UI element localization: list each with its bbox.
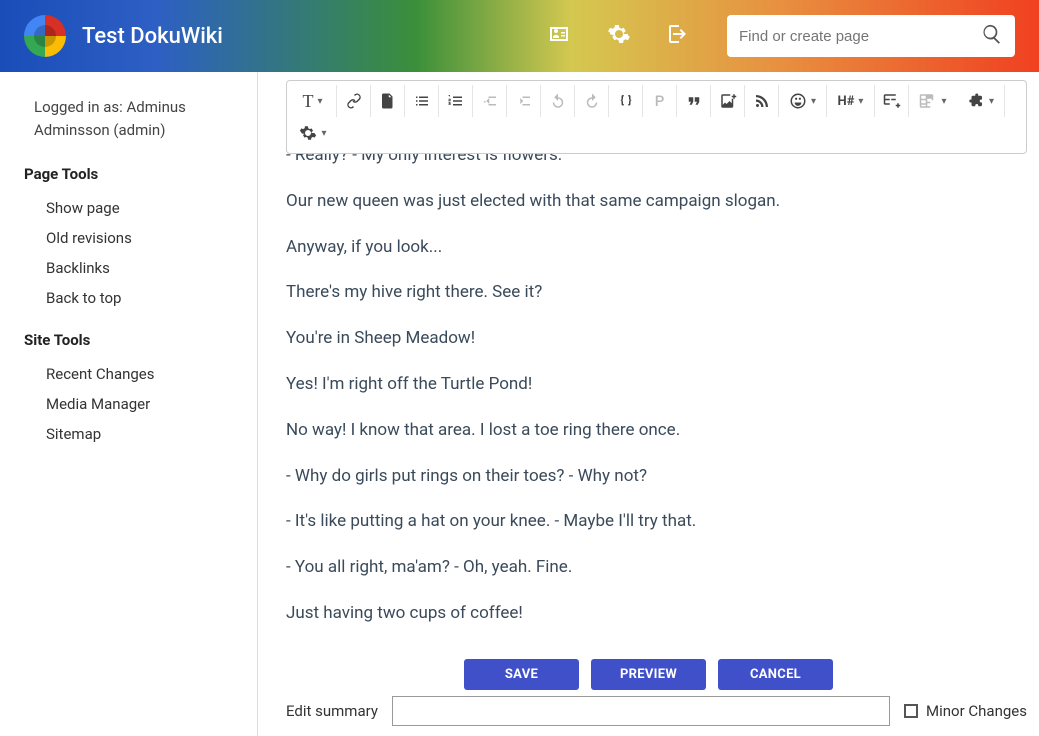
app-logo xyxy=(24,15,66,57)
action-bar: SAVE PREVIEW CANCEL xyxy=(258,659,1039,690)
edit-summary-label: Edit summary xyxy=(286,702,378,720)
text-style-icon: T xyxy=(302,91,313,112)
logout-icon[interactable] xyxy=(667,22,691,50)
numbered-list-icon xyxy=(447,92,465,110)
emoji-dropdown[interactable]: ▾ xyxy=(779,85,827,117)
puzzle-icon xyxy=(967,92,985,110)
chevron-down-icon: ▾ xyxy=(811,96,816,107)
login-info: Logged in as: Adminus Adminsson (admin) xyxy=(24,96,245,141)
indent-icon xyxy=(515,92,533,110)
sidebar-item-media-manager[interactable]: Media Manager xyxy=(24,389,245,419)
numbered-list-button[interactable] xyxy=(439,85,473,117)
minor-changes-toggle[interactable]: Minor Changes xyxy=(904,702,1027,720)
heading-icon: H# xyxy=(838,94,855,109)
outdent-icon xyxy=(481,92,499,110)
chevron-down-icon: ▾ xyxy=(858,96,863,107)
link-icon xyxy=(345,92,363,110)
chevron-down-icon: ▾ xyxy=(989,96,994,107)
chevron-down-icon: ▾ xyxy=(321,128,326,139)
page-tools-section: Page Tools Show page Old revisions Backl… xyxy=(24,165,245,313)
table-plus-icon xyxy=(883,92,901,110)
site-tools-heading: Site Tools xyxy=(24,331,245,349)
editor-paragraph[interactable]: There's my hive right there. See it? xyxy=(286,281,1027,305)
editor-paragraph[interactable]: No way! I know that area. I lost a toe r… xyxy=(286,419,1027,443)
gear-icon[interactable] xyxy=(607,22,631,50)
profile-card-icon[interactable] xyxy=(547,22,571,50)
undo-icon xyxy=(549,92,567,110)
search-box[interactable] xyxy=(727,15,1015,57)
editor-paragraph[interactable]: - Why do girls put rings on their toes? … xyxy=(286,465,1027,489)
content-pane: T▾ P ▾ H#▾ ▾ ▾ ▾ - Really? - My only int… xyxy=(258,72,1039,736)
undo-button[interactable] xyxy=(541,85,575,117)
search-input[interactable] xyxy=(739,28,981,45)
search-icon[interactable] xyxy=(981,23,1003,49)
insert-image-button[interactable] xyxy=(711,85,745,117)
sidebar-item-recent-changes[interactable]: Recent Changes xyxy=(24,359,245,389)
edit-summary-input[interactable] xyxy=(392,696,890,726)
save-button[interactable]: SAVE xyxy=(464,659,579,690)
main-area: Logged in as: Adminus Adminsson (admin) … xyxy=(0,72,1039,736)
redo-button[interactable] xyxy=(575,85,609,117)
summary-bar: Edit summary Minor Changes xyxy=(286,696,1027,726)
editor-paragraph[interactable]: Yes! I'm right off the Turtle Pond! xyxy=(286,373,1027,397)
chevron-down-icon: ▾ xyxy=(317,96,322,107)
quote-button[interactable] xyxy=(677,85,711,117)
page-tools-heading: Page Tools xyxy=(24,165,245,183)
paragraph-button[interactable]: P xyxy=(643,85,677,117)
editor-paragraph[interactable]: - It's like putting a hat on your knee. … xyxy=(286,510,1027,534)
table-edit-icon xyxy=(919,92,937,110)
app-header: Test DokuWiki xyxy=(0,0,1039,72)
table-button[interactable] xyxy=(875,85,909,117)
sidebar-item-sitemap[interactable]: Sitemap xyxy=(24,419,245,449)
file-icon xyxy=(379,92,397,110)
minor-changes-label: Minor Changes xyxy=(926,702,1027,720)
header-actions xyxy=(547,22,691,50)
sidebar-item-show-page[interactable]: Show page xyxy=(24,193,245,223)
editor-toolbar: T▾ P ▾ H#▾ ▾ ▾ ▾ xyxy=(286,80,1027,154)
image-plus-icon xyxy=(719,92,737,110)
sidebar-item-backlinks[interactable]: Backlinks xyxy=(24,253,245,283)
rss-button[interactable] xyxy=(745,85,779,117)
chevron-down-icon: ▾ xyxy=(941,96,946,107)
file-button[interactable] xyxy=(371,85,405,117)
editor-paragraph[interactable]: - You all right, ma'am? - Oh, yeah. Fine… xyxy=(286,556,1027,580)
table-edit-dropdown[interactable]: ▾ xyxy=(909,85,957,117)
checkbox-icon[interactable] xyxy=(904,704,918,718)
text-style-dropdown[interactable]: T▾ xyxy=(289,85,337,117)
editor-paragraph[interactable]: Just having two cups of coffee! xyxy=(286,602,1027,626)
gear-icon xyxy=(299,124,317,142)
heading-dropdown[interactable]: H#▾ xyxy=(827,85,875,117)
bullet-list-button[interactable] xyxy=(405,85,439,117)
smiley-icon xyxy=(789,92,807,110)
rss-icon xyxy=(753,92,771,110)
sidebar: Logged in as: Adminus Adminsson (admin) … xyxy=(0,72,258,736)
editor-paragraph[interactable]: You're in Sheep Meadow! xyxy=(286,327,1027,351)
code-braces-icon xyxy=(617,92,635,110)
cancel-button[interactable]: CANCEL xyxy=(718,659,833,690)
indent-button[interactable] xyxy=(507,85,541,117)
redo-icon xyxy=(583,92,601,110)
preview-button[interactable]: PREVIEW xyxy=(591,659,706,690)
link-button[interactable] xyxy=(337,85,371,117)
bullet-list-icon xyxy=(413,92,431,110)
plugin-dropdown[interactable]: ▾ xyxy=(957,85,1005,117)
sidebar-item-back-to-top[interactable]: Back to top xyxy=(24,283,245,313)
code-button[interactable] xyxy=(609,85,643,117)
site-tools-section: Site Tools Recent Changes Media Manager … xyxy=(24,331,245,449)
editor-content[interactable]: - Really? - My only interest is flowers.… xyxy=(286,144,1027,640)
paragraph-icon: P xyxy=(655,92,665,110)
editor-paragraph[interactable]: Our new queen was just elected with that… xyxy=(286,190,1027,214)
editor-paragraph[interactable]: Anyway, if you look... xyxy=(286,236,1027,260)
outdent-button[interactable] xyxy=(473,85,507,117)
site-title: Test DokuWiki xyxy=(82,24,547,49)
sidebar-item-old-revisions[interactable]: Old revisions xyxy=(24,223,245,253)
settings-dropdown[interactable]: ▾ xyxy=(289,117,337,149)
quote-icon xyxy=(685,92,703,110)
